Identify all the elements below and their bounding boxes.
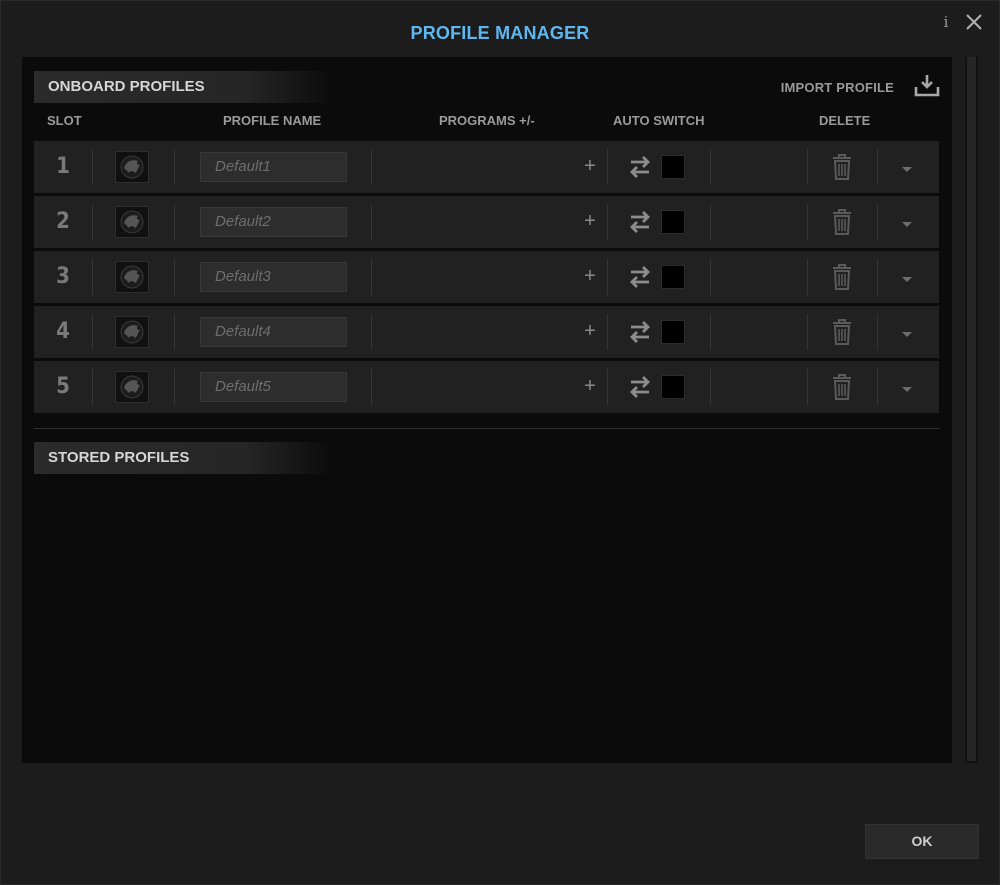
chevron-down-icon[interactable] (900, 381, 914, 392)
column-separator (877, 204, 878, 240)
column-separator (607, 149, 608, 185)
trash-icon[interactable] (831, 318, 853, 346)
auto-switch-checkbox[interactable] (661, 210, 685, 234)
chevron-down-icon[interactable] (900, 271, 914, 282)
column-separator (877, 369, 878, 405)
profile-avatar-icon[interactable] (115, 206, 149, 238)
section-divider (34, 428, 940, 429)
add-program-button[interactable]: + (580, 373, 600, 399)
trash-icon[interactable] (831, 373, 853, 401)
onboard-profiles-header: ONBOARD PROFILES (34, 71, 334, 103)
close-icon[interactable] (963, 11, 985, 33)
slot-number: 3 (56, 264, 70, 289)
auto-switch-checkbox[interactable] (661, 375, 685, 399)
column-header-slot: SLOT (47, 113, 82, 128)
profile-row: 3 Default3 + (34, 251, 939, 303)
profile-name-field[interactable]: Default2 (200, 207, 347, 237)
profile-name-field[interactable]: Default5 (200, 372, 347, 402)
column-header-programs: PROGRAMS +/- (439, 113, 535, 128)
column-header-delete: DELETE (819, 113, 871, 128)
scrollbar[interactable] (965, 57, 978, 763)
profile-name-field[interactable]: Default4 (200, 317, 347, 347)
import-profile-label: IMPORT PROFILE (780, 79, 894, 95)
add-program-button[interactable]: + (580, 263, 600, 289)
scrollbar-thumb[interactable] (967, 57, 976, 761)
column-separator (174, 259, 175, 295)
column-separator (92, 204, 93, 240)
info-icon[interactable]: i (939, 13, 953, 33)
profile-avatar-icon[interactable] (115, 151, 149, 183)
column-separator (710, 149, 711, 185)
column-separator (607, 259, 608, 295)
slot-number: 4 (56, 319, 70, 344)
profile-avatar-icon[interactable] (115, 316, 149, 348)
column-separator (92, 149, 93, 185)
column-separator (710, 369, 711, 405)
profile-name-field[interactable]: Default3 (200, 262, 347, 292)
column-separator (371, 149, 372, 185)
trash-icon[interactable] (831, 208, 853, 236)
auto-switch-icon (629, 374, 651, 400)
column-separator (807, 314, 808, 350)
column-separator (371, 369, 372, 405)
column-separator (92, 259, 93, 295)
column-separator (710, 204, 711, 240)
column-separator (92, 314, 93, 350)
auto-switch-checkbox[interactable] (661, 320, 685, 344)
import-icon (914, 73, 940, 102)
column-separator (807, 369, 808, 405)
add-program-button[interactable]: + (580, 153, 600, 179)
chevron-down-icon[interactable] (900, 326, 914, 337)
profile-name-field[interactable]: Default1 (200, 152, 347, 182)
column-separator (174, 204, 175, 240)
auto-switch-icon (629, 154, 651, 180)
auto-switch-checkbox[interactable] (661, 155, 685, 179)
auto-switch-icon (629, 209, 651, 235)
slot-number: 2 (56, 209, 70, 234)
import-profile-button[interactable]: IMPORT PROFILE (781, 73, 940, 101)
profile-manager-window: PROFILE MANAGER i ONBOARD PROFILES IMPOR… (0, 0, 1000, 885)
column-separator (877, 149, 878, 185)
column-separator (607, 204, 608, 240)
column-separator (877, 259, 878, 295)
chevron-down-icon[interactable] (900, 161, 914, 172)
profile-avatar-icon[interactable] (115, 371, 149, 403)
column-header-profile-name: PROFILE NAME (223, 113, 322, 128)
column-separator (807, 259, 808, 295)
chevron-down-icon[interactable] (900, 216, 914, 227)
auto-switch-icon (629, 264, 651, 290)
auto-switch-checkbox[interactable] (661, 265, 685, 289)
column-separator (174, 369, 175, 405)
auto-switch-icon (629, 319, 651, 345)
column-separator (807, 204, 808, 240)
slot-number: 5 (56, 374, 70, 399)
add-program-button[interactable]: + (580, 318, 600, 344)
column-separator (607, 369, 608, 405)
profiles-panel: ONBOARD PROFILES IMPORT PROFILE SLOT PRO… (22, 57, 952, 763)
add-program-button[interactable]: + (580, 208, 600, 234)
ok-button[interactable]: OK (865, 824, 979, 859)
column-separator (92, 369, 93, 405)
stored-profiles-header: STORED PROFILES (34, 442, 334, 474)
slot-number: 1 (56, 154, 70, 179)
column-separator (877, 314, 878, 350)
profile-avatar-icon[interactable] (115, 261, 149, 293)
profile-row: 2 Default2 + (34, 196, 939, 248)
window-title: PROFILE MANAGER (410, 23, 590, 43)
profile-row: 1 Default1 + (34, 141, 939, 193)
column-separator (710, 314, 711, 350)
column-separator (607, 314, 608, 350)
profile-row: 5 Default5 + (34, 361, 939, 413)
column-separator (174, 149, 175, 185)
column-separator (174, 314, 175, 350)
trash-icon[interactable] (831, 263, 853, 291)
column-separator (807, 149, 808, 185)
profile-row: 4 Default4 + (34, 306, 939, 358)
column-header-auto-switch: AUTO SWITCH (613, 113, 705, 128)
column-separator (371, 204, 372, 240)
trash-icon[interactable] (831, 153, 853, 181)
column-separator (710, 259, 711, 295)
column-separator (371, 259, 372, 295)
column-separator (371, 314, 372, 350)
